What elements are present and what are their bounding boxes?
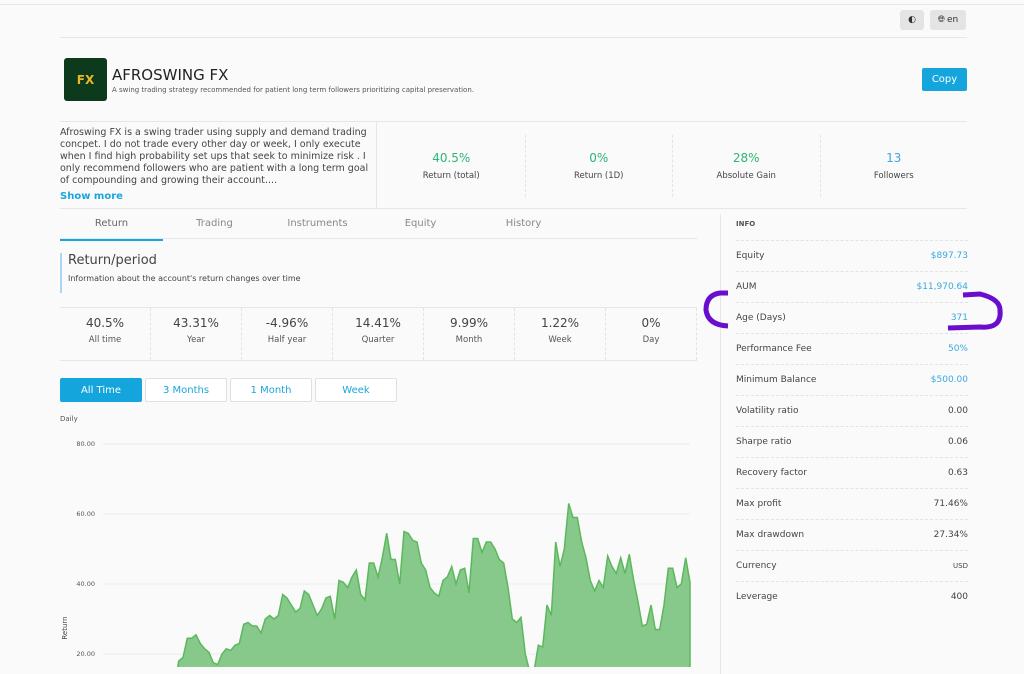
info-value: 0.00: [947, 406, 968, 416]
annotation-marks: [703, 290, 1003, 331]
half-circle-icon: ◐: [908, 15, 916, 25]
info-row: Max profit 71.46%: [736, 488, 968, 519]
globe-icon: 🌐︎: [937, 15, 945, 25]
language-button[interactable]: 🌐︎ en: [930, 10, 966, 30]
info-heading: INFO: [736, 220, 756, 228]
info-label: Recovery factor: [736, 468, 807, 478]
copy-button[interactable]: Copy: [922, 68, 967, 91]
info-label: Volatility ratio: [736, 406, 799, 416]
y-axis-label: Return: [61, 616, 69, 639]
info-label: Max profit: [736, 499, 782, 509]
info-value: $500.00: [930, 375, 968, 385]
info-row: Currency USD: [736, 550, 968, 581]
theme-toggle-button[interactable]: ◐: [900, 10, 924, 30]
info-label: Leverage: [736, 592, 778, 602]
info-label: Equity: [736, 251, 765, 261]
info-row: Equity $897.73: [736, 240, 968, 271]
info-row: Max drawdown 27.34%: [736, 519, 968, 550]
info-value: USD: [953, 562, 968, 570]
y-tick-label: 80.00: [76, 440, 95, 448]
stat-label: Followers: [873, 171, 914, 181]
return-area-series: [176, 503, 691, 667]
info-label: Max drawdown: [736, 530, 805, 540]
info-label: Minimum Balance: [736, 375, 817, 385]
info-value: 27.34%: [933, 530, 968, 540]
stat-item: 13 Followers: [821, 135, 968, 197]
info-value: 71.46%: [933, 499, 968, 509]
info-value: 400: [950, 592, 968, 602]
info-label: Sharpe ratio: [736, 437, 792, 447]
y-tick-label: 40.00: [76, 580, 95, 588]
info-row: Leverage 400: [736, 581, 968, 612]
info-value: 50%: [947, 344, 968, 354]
info-value: 0.63: [947, 468, 968, 478]
annotation-right-bracket: [947, 291, 1003, 331]
info-label: Performance Fee: [736, 344, 812, 354]
info-row: Sharpe ratio 0.06: [736, 426, 968, 457]
info-value: 0.06: [947, 437, 968, 447]
return-chart: Return 80.00 60.00 40.00 20.00: [61, 440, 691, 667]
info-panel: INFO Equity $897.73 AUM $11,970.64 Age (Days…: [720, 214, 968, 674]
annotation-left-bracket: [703, 290, 729, 329]
info-label: Currency: [736, 561, 777, 571]
info-row: Recovery factor 0.63: [736, 457, 968, 488]
info-row: Minimum Balance $500.00: [736, 364, 968, 395]
language-label: en: [946, 15, 959, 25]
info-row: Volatility ratio 0.00: [736, 395, 968, 426]
stat-value: 13: [886, 151, 902, 165]
info-value: $897.73: [930, 251, 968, 261]
y-tick-label: 20.00: [76, 650, 95, 658]
y-tick-label: 60.00: [76, 510, 95, 518]
